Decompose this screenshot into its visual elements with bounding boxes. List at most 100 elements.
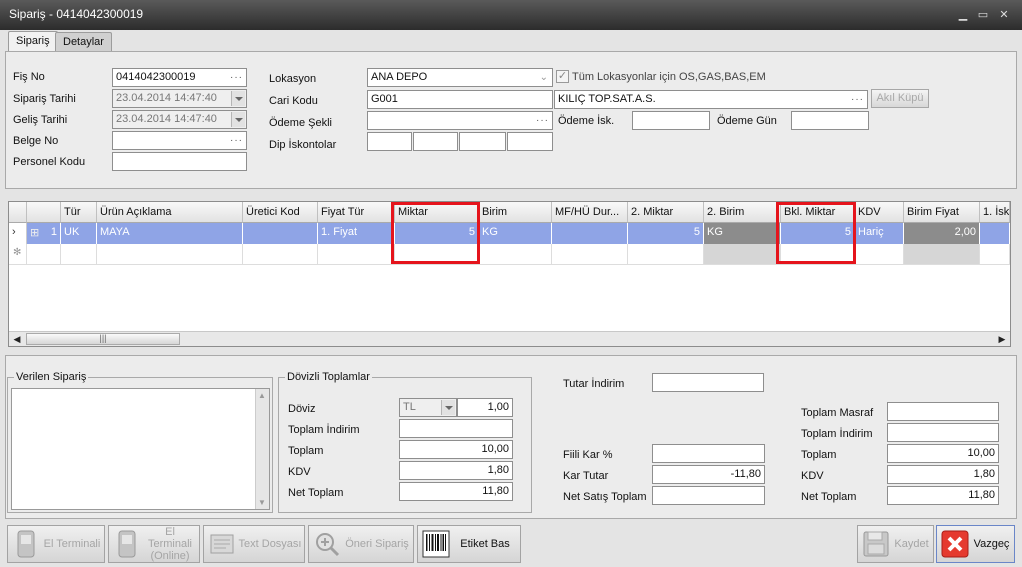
cell-birim2[interactable]: KG <box>704 223 781 244</box>
fis-no-input[interactable]: 0414042300019 ··· <box>112 68 247 87</box>
handheld-icon <box>118 530 136 558</box>
cell-kdv[interactable]: Hariç <box>855 223 904 244</box>
personel-kodu-input[interactable] <box>112 152 247 171</box>
grid-header-fiyat-tur[interactable]: Fiyat Tür <box>318 202 395 223</box>
search-add-icon <box>316 533 340 557</box>
cari-kodu-input[interactable]: G001 <box>367 90 553 109</box>
doviz-kdv-input[interactable]: 1,80 <box>399 461 513 480</box>
kar-tutar-input[interactable]: -11,80 <box>652 465 765 484</box>
minimize-icon[interactable]: ▁ <box>956 8 970 22</box>
tum-lokasyon-checkbox[interactable]: ✓ <box>556 70 569 83</box>
new-row-cell[interactable] <box>904 244 980 265</box>
new-row-cell[interactable] <box>243 244 318 265</box>
verilen-siparis-label: Verilen Sipariş <box>14 371 89 383</box>
belge-no-input[interactable]: ··· <box>112 131 247 150</box>
grid-header-birim2[interactable]: 2. Birim <box>704 202 781 223</box>
el-terminali-button[interactable]: El Terminali <box>7 525 105 563</box>
cell-fiyat-tur[interactable]: 1. Fiyat <box>318 223 395 244</box>
toplam-label: Toplam <box>801 449 837 461</box>
new-row-cell[interactable] <box>318 244 395 265</box>
kaydet-button[interactable]: Kaydet <box>857 525 934 563</box>
gelis-tarihi-input[interactable]: 23.04.2014 14:47:40 <box>112 110 247 129</box>
cell-urun-aciklama[interactable]: MAYA <box>97 223 243 244</box>
dip-iskonto-2-input[interactable] <box>413 132 458 151</box>
grid-header-urun-aciklama[interactable]: Ürün Açıklama <box>97 202 243 223</box>
new-row-cell[interactable] <box>97 244 243 265</box>
text-file-icon <box>210 534 234 554</box>
order-lines-grid[interactable]: Tür Ürün Açıklama Üretici Kod Fiyat Tür … <box>8 201 1011 347</box>
new-row-cell[interactable] <box>855 244 904 265</box>
grid-header-birim[interactable]: Birim <box>479 202 552 223</box>
cari-adi-input[interactable]: KILIÇ TOP.SAT.A.S. ··· <box>554 90 868 109</box>
toplam-input[interactable]: 10,00 <box>887 444 999 463</box>
dip-iskonto-1-input[interactable] <box>367 132 412 151</box>
cell-birim[interactable]: KG <box>479 223 552 244</box>
scroll-right-icon[interactable]: ▶ <box>995 333 1009 345</box>
new-row-cell[interactable] <box>980 244 1010 265</box>
doviz-net-toplam-input[interactable]: 11,80 <box>399 482 513 501</box>
maximize-icon[interactable]: ▭ <box>976 8 990 22</box>
close-icon[interactable]: ✕ <box>997 8 1011 22</box>
row-indicator-icon[interactable]: › <box>9 223 27 244</box>
siparis-tarihi-input[interactable]: 23.04.2014 14:47:40 <box>112 89 247 108</box>
grid-header-tur[interactable]: Tür <box>61 202 97 223</box>
new-row-cell[interactable] <box>704 244 781 265</box>
kdv-input[interactable]: 1,80 <box>887 465 999 484</box>
grid-header-mf-hu[interactable]: MF/HÜ Dur... <box>552 202 628 223</box>
toplam-masraf-input[interactable] <box>887 402 999 421</box>
cell-miktar2[interactable]: 5 <box>628 223 704 244</box>
doviz-select[interactable]: TL <box>399 398 457 417</box>
save-disk-icon <box>863 531 889 557</box>
toplam-masraf-label: Toplam Masraf <box>801 407 874 419</box>
vertical-scrollbar[interactable]: ▲ ▼ <box>255 389 269 509</box>
net-satis-input[interactable] <box>652 486 765 505</box>
grid-header-birim-fiyat[interactable]: Birim Fiyat <box>904 202 980 223</box>
cari-kodu-label: Cari Kodu <box>269 95 318 107</box>
window-title: Sipariş - 0414042300019 <box>9 7 144 21</box>
table-row-number[interactable]: ⊞ 1 <box>27 223 61 244</box>
new-row-cell[interactable] <box>552 244 628 265</box>
dip-iskonto-3-input[interactable] <box>459 132 506 151</box>
new-row-cell[interactable] <box>61 244 97 265</box>
net-toplam-input[interactable]: 11,80 <box>887 486 999 505</box>
toplam-indirim-input[interactable] <box>887 423 999 442</box>
new-row-cell[interactable] <box>27 244 61 265</box>
gelis-tarihi-label: Geliş Tarihi <box>13 114 68 126</box>
cell-tur[interactable]: UK <box>61 223 97 244</box>
tab-siparis[interactable]: Sipariş <box>8 31 58 52</box>
dip-iskonto-4-input[interactable] <box>507 132 553 151</box>
doviz-toplam-indirim-input[interactable] <box>399 419 513 438</box>
new-row-icon[interactable]: ✻ <box>9 244 27 265</box>
fiili-kar-input[interactable] <box>652 444 765 463</box>
odeme-gun-input[interactable] <box>791 111 869 130</box>
scroll-thumb[interactable]: ||| <box>26 333 180 345</box>
grid-header-uretici-kod[interactable]: Üretici Kod <box>243 202 318 223</box>
fiili-kar-label: Fiili Kar % <box>563 449 613 461</box>
new-row-cell[interactable] <box>479 244 552 265</box>
cell-mf-hu[interactable] <box>552 223 628 244</box>
doviz-rate-input[interactable]: 1,00 <box>457 398 513 417</box>
handheld-icon <box>17 530 35 558</box>
tutar-indirim-input[interactable] <box>652 373 764 392</box>
lokasyon-select[interactable]: ANA DEPO ⌄ <box>367 68 553 87</box>
scroll-left-icon[interactable]: ◀ <box>10 333 24 345</box>
akil-kupu-button[interactable]: Akıl Küpü <box>871 89 929 108</box>
new-row-cell[interactable] <box>628 244 704 265</box>
el-terminali-online-button[interactable]: El Terminali (Online) <box>108 525 200 563</box>
grid-header-kdv[interactable]: KDV <box>855 202 904 223</box>
text-dosyasi-button[interactable]: Text Dosyası <box>203 525 305 563</box>
doviz-toplam-input[interactable]: 10,00 <box>399 440 513 459</box>
horizontal-scrollbar[interactable]: ◀ ||| ▶ <box>9 331 1010 346</box>
grid-header-isk1[interactable]: 1. İsk <box>980 202 1010 223</box>
vazgec-button[interactable]: Vazgeç <box>936 525 1015 563</box>
oneri-siparis-button[interactable]: Öneri Sipariş <box>308 525 414 563</box>
grid-header-miktar2[interactable]: 2. Miktar <box>628 202 704 223</box>
cell-birim-fiyat[interactable]: 2,00 <box>904 223 980 244</box>
cell-isk1[interactable] <box>980 223 1010 244</box>
verilen-siparis-textarea[interactable]: ▲ ▼ <box>11 388 270 510</box>
etiket-bas-button[interactable]: Etiket Bas <box>417 525 521 563</box>
tab-detaylar[interactable]: Detaylar <box>55 32 112 51</box>
odeme-sekli-input[interactable]: ··· <box>367 111 553 130</box>
odeme-isk-input[interactable] <box>632 111 710 130</box>
cell-uretici-kod[interactable] <box>243 223 318 244</box>
